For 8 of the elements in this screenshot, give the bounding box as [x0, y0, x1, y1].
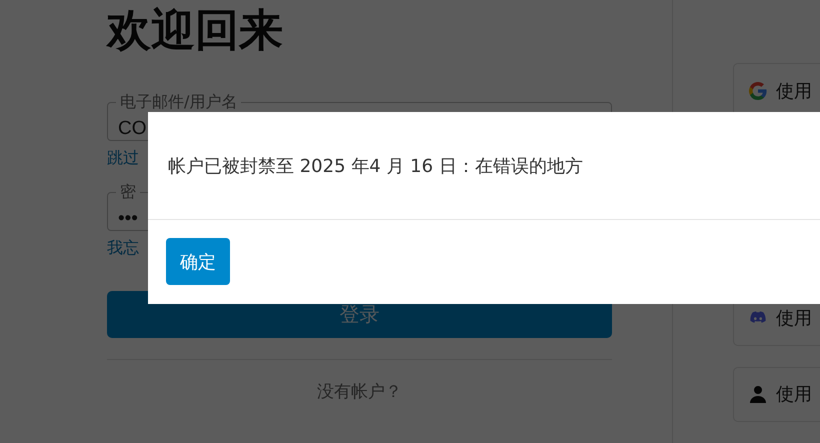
- google-icon: [748, 80, 768, 101]
- person-icon: [748, 384, 768, 404]
- page-heading: 欢迎回来: [107, 4, 284, 58]
- forgot-link[interactable]: 我忘: [107, 237, 139, 259]
- sign-in-button[interactable]: 使用: [733, 366, 820, 422]
- dialog-message: 帐户已被封禁至 2025 年4 月 16 日：在错误的地方: [168, 154, 583, 178]
- skip-link[interactable]: 跳过: [107, 147, 139, 169]
- confirm-button[interactable]: 确定: [166, 238, 230, 285]
